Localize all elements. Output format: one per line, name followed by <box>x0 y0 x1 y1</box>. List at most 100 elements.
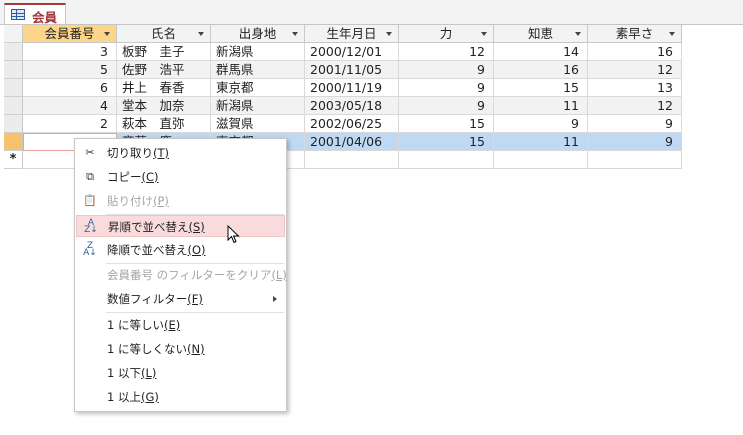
chevron-down-icon[interactable] <box>669 32 675 36</box>
column-header-wisdom[interactable]: 知恵 <box>494 25 588 43</box>
record-selector-current[interactable] <box>4 133 23 151</box>
column-header-label: 素早さ <box>615 26 654 41</box>
cell-member-id[interactable]: 2 <box>23 115 117 133</box>
record-selector[interactable] <box>4 97 23 115</box>
menu-item-copy[interactable]: ⧉ コピー(C) <box>76 166 285 188</box>
menu-item-equals[interactable]: 1 に等しい(E) <box>76 314 285 336</box>
cell-wisdom[interactable]: 11 <box>494 133 588 151</box>
cell-birthdate[interactable]: 2001/04/06 <box>305 133 399 151</box>
menu-item-accesskey: (C) <box>141 170 159 184</box>
cell-name[interactable]: 堂本 加奈 <box>117 97 211 115</box>
cell-hometown[interactable]: 東京都 <box>211 79 305 97</box>
menu-item-paste[interactable]: 📋 貼り付け(P) <box>76 190 285 212</box>
cell-birthdate[interactable]: 2000/11/19 <box>305 79 399 97</box>
column-header-name[interactable]: 氏名 <box>117 25 211 43</box>
cell-strength-new[interactable] <box>399 151 494 169</box>
cell-agility[interactable]: 9 <box>588 133 682 151</box>
menu-item-greater-or-equal[interactable]: 1 以上(G) <box>76 386 285 408</box>
cell-name[interactable]: 萩本 直弥 <box>117 115 211 133</box>
cell-strength[interactable]: 9 <box>399 79 494 97</box>
cell-strength[interactable]: 15 <box>399 133 494 151</box>
table-tab-label: 会員 <box>32 10 58 25</box>
menu-item-cut[interactable]: ✂ 切り取り(T) <box>76 142 285 164</box>
cell-agility[interactable]: 13 <box>588 79 682 97</box>
column-header-birthdate[interactable]: 生年月日 <box>305 25 399 43</box>
table-tab[interactable]: 会員 <box>4 3 66 25</box>
context-menu: ✂ 切り取り(T) ⧉ コピー(C) 📋 貼り付け(P) A Z↓ 昇順で並べ替え… <box>74 138 287 412</box>
menu-item-less-or-equal[interactable]: 1 以下(L) <box>76 362 285 384</box>
cell-hometown[interactable]: 滋賀県 <box>211 115 305 133</box>
cell-wisdom[interactable]: 16 <box>494 61 588 79</box>
cell-hometown[interactable]: 新潟県 <box>211 43 305 61</box>
cell-member-id[interactable]: 6 <box>23 79 117 97</box>
cell-name[interactable]: 板野 圭子 <box>117 43 211 61</box>
cell-hometown[interactable]: 新潟県 <box>211 97 305 115</box>
cell-name[interactable]: 井上 春香 <box>117 79 211 97</box>
column-header-label: 氏名 <box>150 26 176 41</box>
cell-strength[interactable]: 15 <box>399 115 494 133</box>
cell-name[interactable]: 佐野 浩平 <box>117 61 211 79</box>
chevron-down-icon[interactable] <box>481 32 487 36</box>
menu-item-accesskey: (P) <box>153 194 169 208</box>
cell-birthdate[interactable]: 2003/05/18 <box>305 97 399 115</box>
menu-item-accesskey: (N) <box>186 342 205 356</box>
cell-agility[interactable]: 12 <box>588 61 682 79</box>
menu-item-sort-ascending[interactable]: A Z↓ 昇順で並べ替え(S) <box>76 215 285 237</box>
chevron-down-icon[interactable] <box>386 32 392 36</box>
column-header-label: 知恵 <box>527 26 553 41</box>
menu-item-label: 数値フィルター <box>107 292 188 306</box>
cell-hometown[interactable]: 群馬県 <box>211 61 305 79</box>
cell-member-id[interactable]: 5 <box>23 61 117 79</box>
document-tab-strip: 会員 <box>0 0 743 25</box>
chevron-down-icon[interactable] <box>104 32 110 36</box>
menu-item-label: 切り取り <box>107 146 153 160</box>
record-selector[interactable] <box>4 115 23 133</box>
column-header-member-id[interactable]: 会員番号 <box>23 25 117 43</box>
cell-agility[interactable]: 12 <box>588 97 682 115</box>
cell-wisdom-new[interactable] <box>494 151 588 169</box>
menu-item-label: コピー <box>107 170 142 184</box>
menu-item-label: 1 に等しい <box>107 318 164 332</box>
cell-birthdate[interactable]: 2002/06/25 <box>305 115 399 133</box>
menu-item-clear-filter[interactable]: 会員番号 のフィルターをクリア(L) <box>76 264 287 286</box>
cell-wisdom[interactable]: 9 <box>494 115 588 133</box>
menu-item-number-filter[interactable]: 数値フィルター(F) <box>76 288 285 310</box>
cell-strength[interactable]: 9 <box>399 97 494 115</box>
cell-birthdate-new[interactable] <box>305 151 399 169</box>
cell-strength[interactable]: 9 <box>399 61 494 79</box>
menu-item-sort-descending[interactable]: Z A↓ 降順で並べ替え(O) <box>76 239 285 261</box>
column-header-label: 出身地 <box>238 26 277 41</box>
cell-wisdom[interactable]: 11 <box>494 97 588 115</box>
cell-agility[interactable]: 9 <box>588 115 682 133</box>
cell-wisdom[interactable]: 15 <box>494 79 588 97</box>
sort-ascending-icon: A Z↓ <box>84 218 98 235</box>
chevron-down-icon[interactable] <box>198 32 204 36</box>
column-header-strength[interactable]: 力 <box>399 25 494 43</box>
column-header-agility[interactable]: 素早さ <box>588 25 682 43</box>
cell-birthdate[interactable]: 2001/11/05 <box>305 61 399 79</box>
cell-strength[interactable]: 12 <box>399 43 494 61</box>
cell-agility-new[interactable] <box>588 151 682 169</box>
chevron-down-icon[interactable] <box>575 32 581 36</box>
cell-birthdate[interactable]: 2000/12/01 <box>305 43 399 61</box>
record-selector[interactable] <box>4 61 23 79</box>
column-header-label: 会員番号 <box>44 26 95 41</box>
record-selector[interactable] <box>4 79 23 97</box>
cell-wisdom[interactable]: 14 <box>494 43 588 61</box>
record-selector[interactable] <box>4 43 23 61</box>
menu-item-label: 1 以下 <box>107 366 141 380</box>
table-icon <box>11 9 25 20</box>
menu-item-label: 会員番号 のフィルターをクリア <box>107 268 272 282</box>
menu-item-not-equals[interactable]: 1 に等しくない(N) <box>76 338 285 360</box>
menu-item-label: 降順で並べ替え <box>107 243 188 257</box>
new-record-selector[interactable]: * <box>4 151 23 169</box>
clipboard-icon: 📋 <box>83 194 97 207</box>
select-all-corner[interactable] <box>4 25 23 43</box>
cell-member-id[interactable]: 4 <box>23 97 117 115</box>
cell-agility[interactable]: 16 <box>588 43 682 61</box>
column-header-hometown[interactable]: 出身地 <box>211 25 305 43</box>
mouse-pointer-icon <box>227 225 240 244</box>
cell-member-id[interactable]: 3 <box>23 43 117 61</box>
menu-item-accesskey: (L) <box>271 268 287 282</box>
chevron-down-icon[interactable] <box>292 32 298 36</box>
